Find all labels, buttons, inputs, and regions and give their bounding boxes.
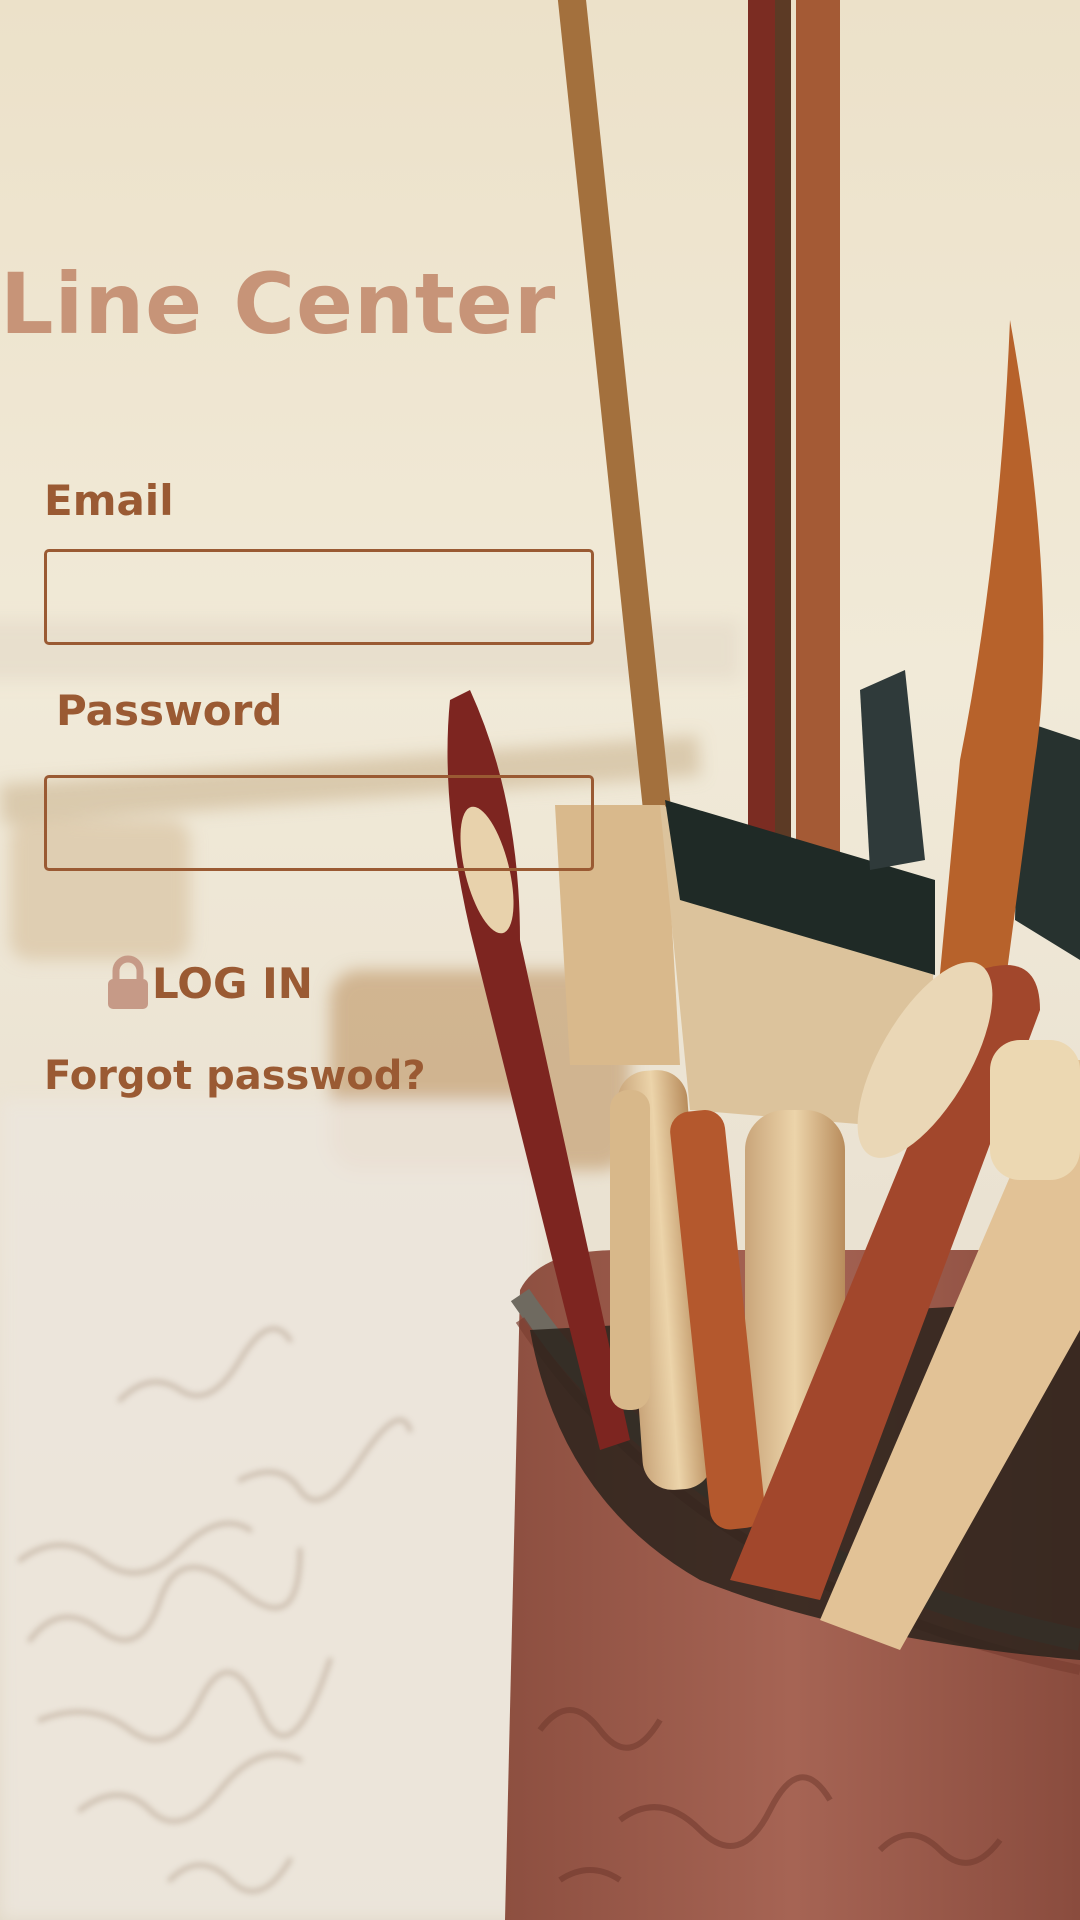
login-button[interactable]: LOG IN: [106, 955, 313, 1014]
password-label: Password: [56, 686, 283, 735]
password-input[interactable]: [44, 775, 594, 871]
login-label: LOG IN: [152, 959, 313, 1008]
forgot-password-link[interactable]: Forgot passwod?: [44, 1056, 426, 1096]
email-input[interactable]: [44, 549, 594, 645]
lock-shackle: [112, 955, 144, 979]
lock-body: [108, 978, 148, 1009]
email-label: Email: [44, 476, 174, 525]
lock-icon: [106, 955, 150, 1014]
app-title: Line Center: [0, 255, 557, 353]
